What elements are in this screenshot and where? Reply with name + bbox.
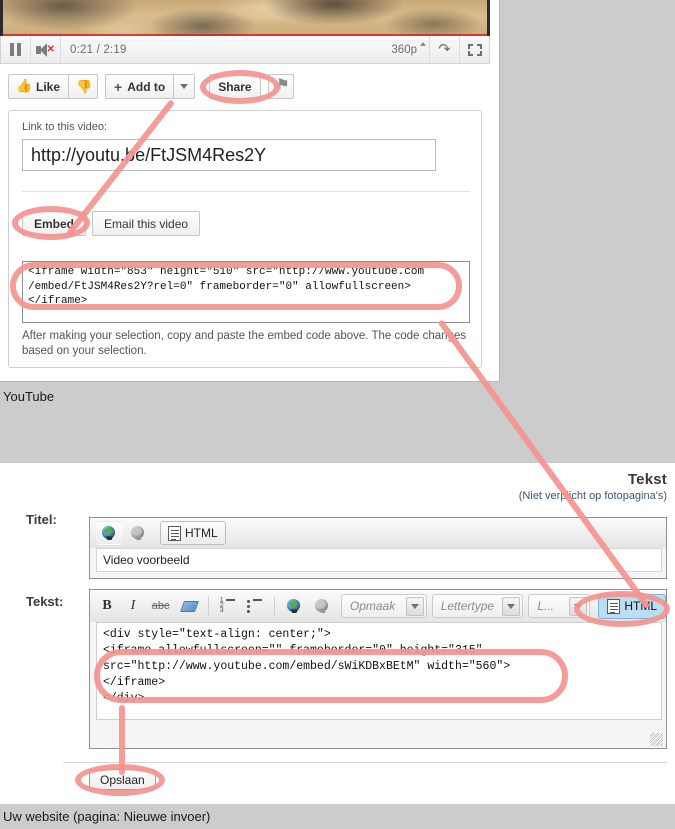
titel-input[interactable]: Video voorbeeld [96,548,662,572]
player-control-bar: ✕ 0:21 / 2:19 360p ↷ [0,36,490,64]
youtube-caption: YouTube [3,389,55,404]
pause-icon [10,43,21,56]
flag-icon [277,76,290,93]
titel-insert-link-button[interactable] [96,521,123,545]
unordered-list-icon [247,599,263,613]
add-to-button[interactable]: + Add to [105,74,175,99]
tekst-code-textarea[interactable]: <div style="text-align: center;"> <ifram… [96,622,662,720]
size-select-label: L... [537,599,555,613]
share-label: Share [218,79,252,94]
chevron-down-icon [180,84,189,89]
size-select[interactable]: L... [528,594,591,618]
share-tabs: Embed Email this video [22,211,201,236]
cms-header: Tekst (Niet verplicht op fotopagina's) [519,471,667,502]
chevron-down-icon [405,596,424,616]
bold-button[interactable]: B [95,594,119,618]
chevron-up-icon [420,41,426,46]
tab-email-this-video[interactable]: Email this video [92,211,201,236]
video-link-input[interactable]: http://youtu.be/FtJSM4Res2Y [22,139,436,171]
tekst-html-label: HTML [624,599,658,613]
quality-label: 360p [391,43,417,56]
toolbar-divider [273,596,275,616]
font-select-label: Lettertype [440,599,495,613]
titel-toolbar: HTML [90,518,666,548]
volume-muted-icon: ✕ [35,42,56,57]
insert-link-globe-icon [286,598,303,614]
time-display: 0:21 / 2:19 [70,43,127,56]
link-to-video-label: Link to this video: [22,121,107,133]
tekst-html-button[interactable]: HTML [598,593,667,619]
page-subtitle: (Niet verplicht op fotopagina's) [518,490,667,502]
remove-format-button[interactable] [176,594,202,618]
ordered-list-button[interactable]: 123 [215,594,241,618]
quality-button[interactable]: 360p [391,41,429,56]
format-select-label: Opmaak [349,599,396,613]
titel-field-label: Titel: [26,512,57,527]
titel-html-button[interactable]: HTML [160,521,226,545]
flag-button[interactable] [267,74,294,99]
remove-link-globe-icon [314,598,331,614]
plus-icon: + [114,78,123,95]
popout-button[interactable]: ↷ [429,36,459,63]
thumbs-down-icon [76,79,92,95]
like-button[interactable]: Like [8,74,70,99]
tekst-insert-link-button[interactable] [281,594,308,618]
source-document-icon [168,525,181,541]
format-select[interactable]: Opmaak [340,594,427,618]
thumbs-up-icon [16,78,32,94]
share-panel: Link to this video: http://youtu.be/FtJS… [8,110,482,368]
save-button[interactable]: Opslaan [89,769,156,790]
share-divider [22,191,470,192]
cms-footer: Uw website (pagina: Nieuwe invoer) [0,804,675,829]
page-title: Tekst [627,471,667,488]
chevron-down-icon [569,596,588,616]
tab-embed[interactable]: Embed [22,211,87,236]
video-action-bar: Like + Add to Share [8,74,294,99]
popout-icon: ↷ [438,41,451,58]
share-button[interactable]: Share [209,74,261,99]
titel-editor: HTML Video voorbeeld [89,517,667,579]
titel-html-label: HTML [185,526,218,540]
titel-remove-link-button[interactable] [125,521,152,545]
embed-help-text: After making your selection, copy and pa… [22,330,467,357]
like-label: Like [36,79,61,94]
remove-link-globe-icon [130,525,147,541]
cms-footer-label: Uw website (pagina: Nieuwe invoer) [3,809,211,824]
tekst-field-label: Tekst: [26,594,64,609]
strikethrough-button[interactable]: abc [147,594,174,618]
add-to-dropdown-button[interactable] [173,74,196,99]
add-to-label: Add to [127,79,166,94]
youtube-panel: ✕ 0:21 / 2:19 360p ↷ Like + Add to [0,0,500,382]
unordered-list-button[interactable] [242,594,268,618]
ordered-list-icon: 123 [220,597,236,614]
dislike-button[interactable] [68,74,99,99]
chevron-down-icon [502,596,521,616]
tekst-editor: B I abc 123 Opmaak Lettertype L... HTML … [89,589,667,749]
embed-code-textarea[interactable]: <iframe width="853" height="510" src="ht… [22,261,470,323]
pause-button[interactable] [1,36,31,63]
insert-link-globe-icon [101,525,118,541]
font-select[interactable]: Lettertype [431,594,524,618]
italic-button[interactable]: I [121,594,145,618]
fullscreen-button[interactable] [459,36,489,63]
fullscreen-icon [467,43,482,56]
source-document-icon [607,598,621,614]
tekst-toolbar: B I abc 123 Opmaak Lettertype L... HTML [90,590,667,622]
toolbar-divider [207,596,209,616]
form-divider [63,762,667,763]
resize-handle[interactable] [650,733,663,746]
tekst-remove-link-button[interactable] [309,594,336,618]
remove-format-eraser-icon [181,599,197,613]
mute-button[interactable]: ✕ [31,36,61,63]
video-frame[interactable] [0,0,490,36]
